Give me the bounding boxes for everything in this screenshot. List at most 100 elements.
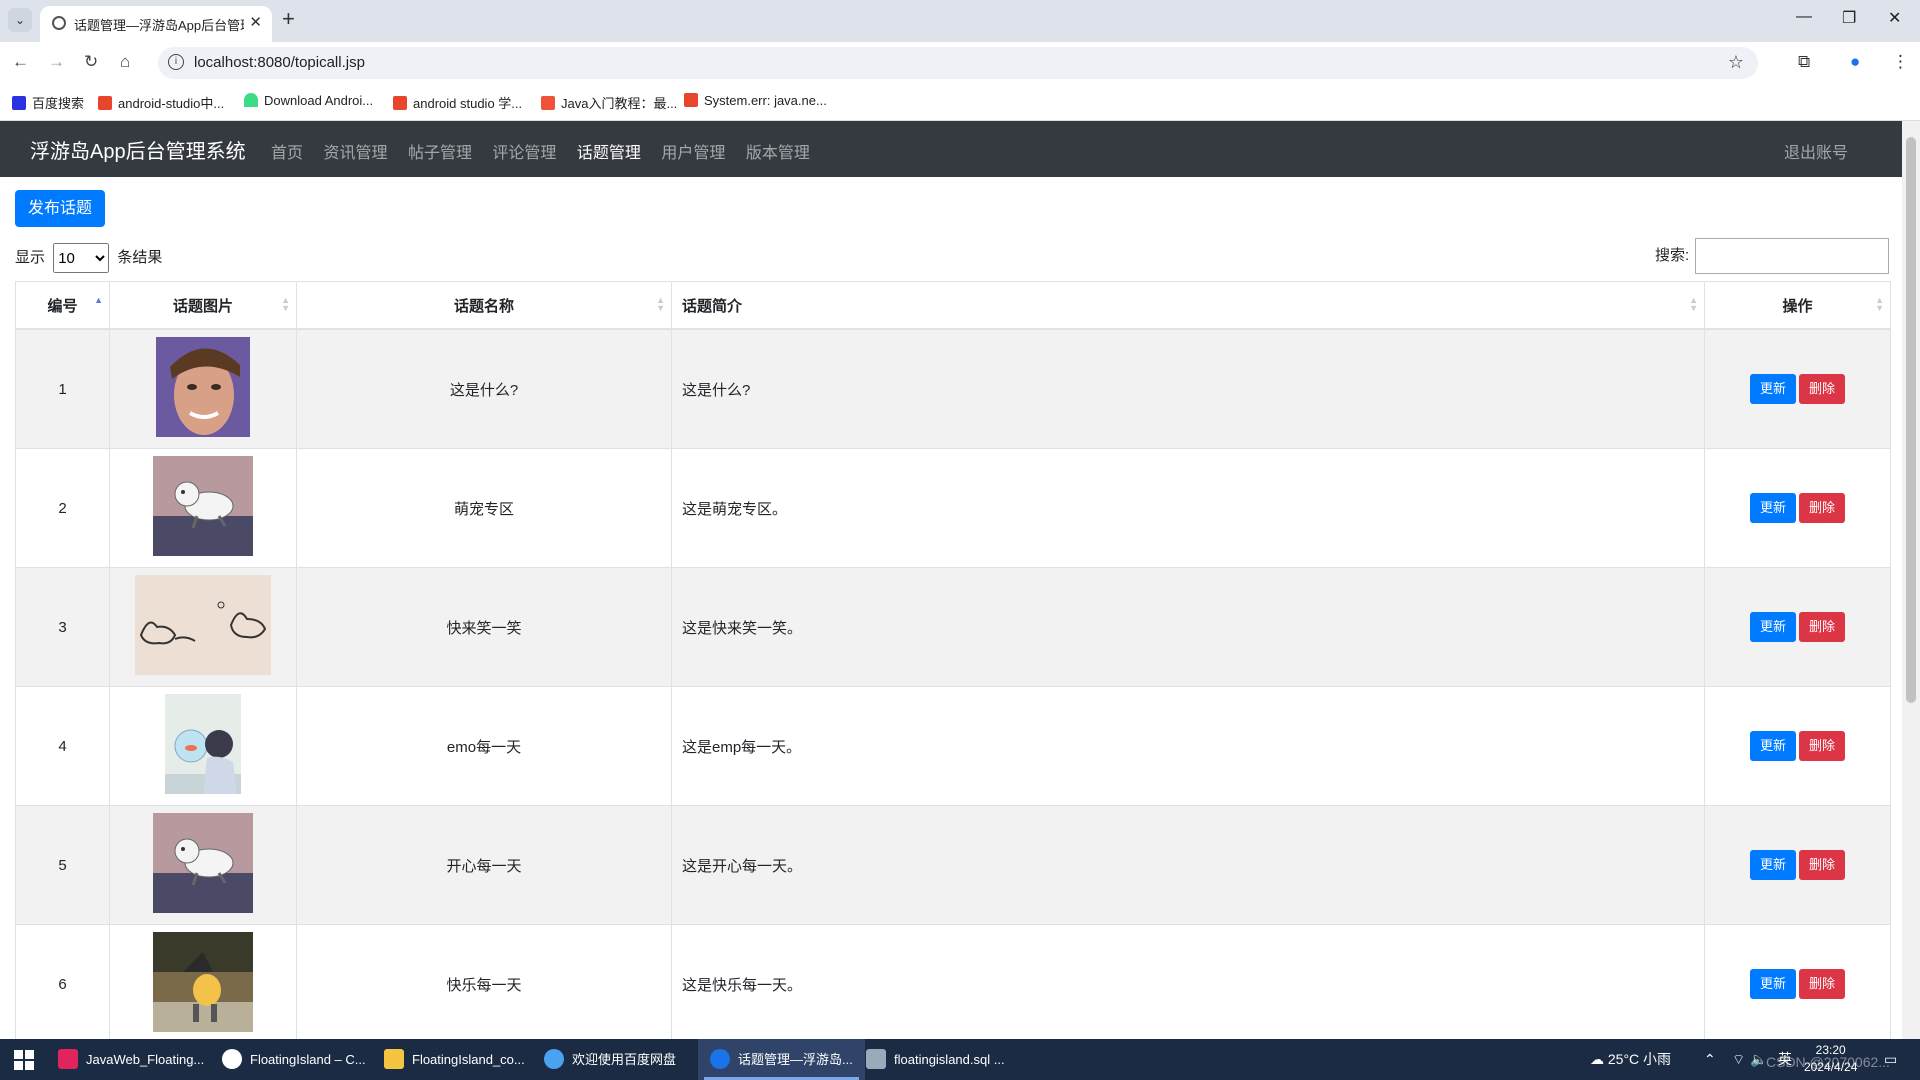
- row-actions: 更新 删除: [1704, 924, 1891, 1044]
- intellij-icon: [58, 1049, 78, 1069]
- taskbar-item[interactable]: FloatingIsland – C...: [222, 1039, 366, 1080]
- minimize-button[interactable]: —: [1796, 8, 1812, 26]
- extensions-icon[interactable]: ⧉: [1798, 52, 1810, 72]
- nav-link-users[interactable]: 用户管理: [661, 145, 725, 162]
- taskbar-item[interactable]: floatingisland.sql ...: [866, 1039, 1005, 1080]
- update-button[interactable]: 更新: [1750, 969, 1796, 999]
- column-header-name[interactable]: 话题名称 ▲ ▼: [296, 281, 672, 330]
- row-actions: 更新 删除: [1704, 686, 1891, 806]
- column-header-id[interactable]: 编号 ▲: [15, 281, 110, 330]
- update-button[interactable]: 更新: [1750, 374, 1796, 404]
- address-bar-row: ← → ↻ ⌂ i localhost:8080/topicall.jsp ☆ …: [0, 42, 1920, 84]
- delete-button[interactable]: 删除: [1799, 969, 1845, 999]
- delete-button[interactable]: 删除: [1799, 850, 1845, 880]
- update-button[interactable]: 更新: [1750, 850, 1796, 880]
- portrait-face-image: [156, 337, 250, 437]
- row-image-cell: [109, 448, 297, 568]
- windows-start-icon[interactable]: [14, 1050, 34, 1070]
- table-row: 3 快来笑一笑 这是快来笑一笑。 更新 删除: [15, 567, 1891, 687]
- taskbar-item[interactable]: JavaWeb_Floating...: [58, 1039, 204, 1080]
- update-button[interactable]: 更新: [1750, 731, 1796, 761]
- nav-link-home[interactable]: 首页: [271, 145, 303, 162]
- row-intro: 这是快来笑一笑。: [671, 567, 1705, 687]
- tray-expand-icon[interactable]: ⌃: [1704, 1039, 1716, 1080]
- cartoon-character-image: [153, 932, 253, 1032]
- url-text[interactable]: localhost:8080/topicall.jsp: [194, 54, 365, 71]
- update-button[interactable]: 更新: [1750, 493, 1796, 523]
- row-actions: 更新 删除: [1704, 328, 1891, 449]
- menu-dots-icon[interactable]: ⋮: [1892, 52, 1909, 72]
- row-name: 快来笑一笑: [296, 567, 672, 687]
- results-label: 条结果: [117, 248, 163, 266]
- row-intro: 这是萌宠专区。: [671, 448, 1705, 568]
- restore-button[interactable]: ❐: [1842, 8, 1856, 28]
- update-button[interactable]: 更新: [1750, 612, 1796, 642]
- bookmark-star-icon[interactable]: ☆: [1728, 52, 1744, 73]
- delete-button[interactable]: 删除: [1799, 374, 1845, 404]
- delete-button[interactable]: 删除: [1799, 612, 1845, 642]
- taskbar-item[interactable]: 欢迎使用百度网盘: [544, 1039, 676, 1080]
- row-name: 快乐每一天: [296, 924, 672, 1044]
- browser-tab[interactable]: 话题管理—浮游岛App后台管理 ✕: [40, 6, 272, 42]
- table-row: 2 萌宠专区 这是萌宠专区。 更新 删除: [15, 448, 1891, 568]
- back-icon[interactable]: ←: [12, 52, 29, 72]
- delete-button[interactable]: 删除: [1799, 493, 1845, 523]
- home-icon[interactable]: ⌂: [120, 52, 130, 72]
- omnibox[interactable]: i localhost:8080/topicall.jsp ☆: [158, 47, 1758, 79]
- reload-icon[interactable]: ↻: [84, 52, 98, 72]
- cartoon-dog-image: [153, 813, 253, 913]
- column-header-image[interactable]: 话题图片 ▲ ▼: [109, 281, 297, 330]
- search-input[interactable]: [1695, 238, 1890, 274]
- page-size-select[interactable]: 10: [53, 243, 110, 273]
- sort-icon: ▲ ▼: [1875, 295, 1884, 313]
- bookmarks-bar: 百度搜索 android-studio中... Download Androi.…: [0, 84, 1920, 121]
- close-tab-icon[interactable]: ✕: [249, 13, 262, 31]
- nav-link-news[interactable]: 资讯管理: [323, 145, 387, 162]
- bookmark-item[interactable]: Java入门教程：最...: [541, 93, 677, 112]
- row-id: 1: [15, 328, 110, 449]
- csdn-icon: [98, 96, 112, 110]
- bookmark-item[interactable]: Download Androi...: [244, 93, 373, 108]
- search-control: 搜索:: [1655, 238, 1890, 274]
- row-id: 3: [15, 567, 110, 687]
- row-image-cell: [109, 328, 297, 449]
- sort-icon: ▲ ▼: [1689, 295, 1698, 313]
- taskbar-item[interactable]: FloatingIsland_co...: [384, 1039, 525, 1080]
- nav-link-posts[interactable]: 帖子管理: [408, 145, 472, 162]
- bookmark-item[interactable]: System.err: java.ne...: [684, 93, 827, 108]
- bookmark-item[interactable]: 百度搜索: [12, 93, 84, 112]
- forward-icon[interactable]: →: [48, 52, 65, 72]
- taskbar-item-active[interactable]: 话题管理—浮游岛...: [698, 1039, 865, 1080]
- network-icon[interactable]: ⌔: [1732, 1039, 1745, 1080]
- table-header-row: 编号 ▲ 话题图片 ▲ ▼ 话题名称 ▲ ▼ 话题简介 ▲ ▼ 操作 ▲ ▼: [15, 281, 1891, 330]
- column-header-actions[interactable]: 操作 ▲ ▼: [1704, 281, 1891, 330]
- delete-button[interactable]: 删除: [1799, 731, 1845, 761]
- nav-link-comments[interactable]: 评论管理: [492, 145, 556, 162]
- tab-search-button[interactable]: ⌄: [8, 8, 32, 32]
- table-row: 5 开心每一天 这是开心每一天。 更新 删除: [15, 805, 1891, 925]
- scrollbar-thumb[interactable]: [1906, 137, 1916, 703]
- android-icon: [244, 93, 258, 107]
- publish-topic-button[interactable]: 发布话题: [15, 190, 105, 227]
- volume-icon[interactable]: 🔈: [1750, 1039, 1767, 1080]
- table-row: 1 这是什么? 这是什么? 更新 删除: [15, 328, 1891, 449]
- weather-widget[interactable]: ☁ 25°C 小雨: [1590, 1039, 1671, 1080]
- swift-icon: [541, 96, 555, 110]
- app-brand[interactable]: 浮游岛App后台管理系统: [30, 135, 246, 164]
- row-intro: 这是什么?: [671, 328, 1705, 449]
- column-header-intro[interactable]: 话题简介 ▲ ▼: [671, 281, 1705, 330]
- nav-link-versions[interactable]: 版本管理: [746, 145, 810, 162]
- logout-link[interactable]: 退出账号: [1784, 139, 1848, 163]
- page-scrollbar[interactable]: [1902, 121, 1920, 1039]
- table-row: 4 emo每一天 这是emp每一天。 更新 删除: [15, 686, 1891, 806]
- profile-icon[interactable]: ●: [1850, 52, 1860, 72]
- new-tab-button[interactable]: +: [282, 6, 295, 32]
- row-name: emo每一天: [296, 686, 672, 806]
- site-info-icon[interactable]: i: [168, 54, 184, 70]
- bookmark-item[interactable]: android-studio中...: [98, 93, 224, 112]
- notepad-icon: [866, 1049, 886, 1069]
- bookmark-item[interactable]: android studio 学...: [393, 93, 522, 112]
- csdn-icon: [684, 93, 698, 107]
- nav-link-topics[interactable]: 话题管理: [577, 145, 641, 162]
- close-window-button[interactable]: ✕: [1888, 8, 1901, 28]
